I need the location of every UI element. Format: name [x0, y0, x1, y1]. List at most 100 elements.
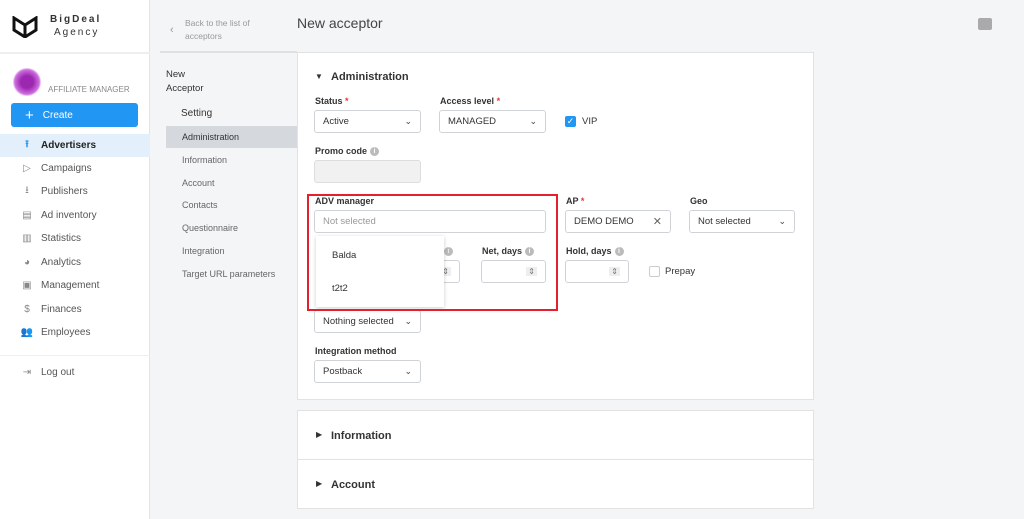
nav-label: Ad inventory	[41, 210, 97, 221]
back-chevron-icon[interactable]: ‹	[170, 24, 174, 36]
nav-item-ad-inventory[interactable]: ▤ Ad inventory	[0, 204, 150, 227]
caret-right-icon: ▶	[316, 430, 323, 439]
status-select[interactable]: Active ⌄	[314, 110, 421, 133]
geo-label: Geo	[690, 196, 708, 206]
ap-select[interactable]: DEMO DEMO ✕	[565, 210, 671, 233]
print-icon[interactable]	[978, 18, 992, 30]
spinner-icon[interactable]: ⇕	[609, 267, 620, 276]
nav-item-campaigns[interactable]: ▷ Campaigns	[0, 157, 150, 180]
create-button[interactable]: + Create	[11, 103, 138, 127]
calendar-icon: ▤	[22, 210, 32, 221]
sidebar: BigDeal Agency AFFILIATE MANAGER + Create…	[0, 0, 150, 519]
divider	[0, 355, 150, 356]
status-value: Active	[323, 116, 349, 127]
nav-label: Advertisers	[41, 140, 97, 151]
back-line2: acceptors	[185, 31, 222, 41]
nothing-selected-select[interactable]: Nothing selected ⌄	[314, 310, 421, 333]
subnav-administration[interactable]: Administration	[166, 126, 297, 148]
ap-label-text: AP	[566, 196, 579, 206]
subnav-account[interactable]: Account	[166, 172, 297, 194]
nav-item-management[interactable]: ▣ Management	[0, 274, 150, 297]
chevron-down-icon: ⌄	[529, 116, 537, 126]
caret-down-icon[interactable]: ▼	[315, 72, 323, 81]
access-value: MANAGED	[448, 116, 497, 127]
bar-chart-icon: ▥	[22, 233, 32, 244]
nav-label: Statistics	[41, 233, 82, 244]
nav-label: Publishers	[41, 186, 88, 197]
nav-item-analytics[interactable]: ◕ Analytics	[0, 251, 150, 274]
info-icon: i	[370, 147, 380, 157]
dollar-icon: $	[24, 304, 30, 315]
logout-icon: ⇥	[22, 367, 32, 378]
prepay-checkbox[interactable]	[649, 266, 660, 277]
people-icon: 👥	[20, 327, 34, 338]
logout-button[interactable]: ⇥ Log out	[0, 361, 150, 384]
subnav-contacts[interactable]: Contacts	[166, 194, 297, 216]
logo[interactable]: BigDeal Agency	[0, 0, 150, 54]
promo-label-text: Promo code	[315, 146, 368, 156]
access-level-select[interactable]: MANAGED ⌄	[439, 110, 546, 133]
logout-label: Log out	[41, 367, 75, 378]
required-mark: *	[496, 96, 501, 106]
create-label: Create	[42, 109, 73, 121]
nav-label: Campaigns	[41, 163, 92, 174]
brand-name: BigDeal	[50, 14, 102, 25]
info-icon: i	[614, 247, 624, 257]
role-label: AFFILIATE MANAGER	[48, 85, 130, 94]
clear-icon[interactable]: ✕	[653, 215, 662, 228]
vip-checkbox[interactable]: ✓	[565, 116, 576, 127]
subnav-target-url-parameters[interactable]: Target URL parameters	[166, 263, 297, 285]
required-mark: *	[580, 196, 585, 206]
chevron-down-icon: ⌄	[778, 216, 786, 226]
status-label-text: Status	[315, 96, 343, 106]
nav-item-publishers[interactable]: ⭳ Publishers	[0, 180, 150, 203]
account-panel[interactable]: ▶ Account	[297, 459, 814, 509]
acceptor-title: New Acceptor	[166, 68, 204, 96]
nav-item-advertisers[interactable]: ⭱ Advertisers	[0, 134, 150, 157]
title-line2: Acceptor	[166, 83, 204, 94]
back-link[interactable]: Back to the list of acceptors	[185, 17, 250, 43]
nav-item-statistics[interactable]: ▥ Statistics	[0, 227, 150, 250]
nav-item-finances[interactable]: $ Finances	[0, 298, 150, 321]
hold-days-label: Hold, days i	[566, 246, 624, 257]
section-title[interactable]: Administration	[331, 71, 409, 83]
chevron-down-icon: ⌄	[404, 366, 412, 376]
vip-label: VIP	[582, 116, 598, 127]
promo-code-input[interactable]	[314, 160, 421, 183]
nav-label: Analytics	[41, 257, 82, 268]
nav-label: Management	[41, 280, 100, 291]
logo-icon	[12, 16, 38, 38]
page-title: New acceptor	[297, 15, 383, 31]
setting-heading: Setting	[181, 108, 213, 119]
subnav-questionnaire[interactable]: Questionnaire	[166, 217, 297, 239]
ap-label: AP *	[566, 196, 584, 206]
hold-label-text: Hold, days	[566, 246, 612, 256]
brand-sub: Agency	[54, 27, 100, 38]
pie-chart-icon: ◕	[23, 257, 31, 268]
status-label: Status *	[315, 96, 349, 106]
access-label-text: Access level	[440, 96, 495, 106]
ap-value: DEMO DEMO	[574, 216, 634, 227]
information-panel[interactable]: ▶ Information	[297, 410, 814, 460]
integration-select[interactable]: Postback ⌄	[314, 360, 421, 383]
subnav-information[interactable]: Information	[166, 149, 297, 171]
geo-select[interactable]: Not selected ⌄	[689, 210, 795, 233]
nav-label: Finances	[41, 304, 82, 315]
required-mark: *	[345, 96, 349, 106]
hold-days-input[interactable]: ⇕	[565, 260, 629, 283]
promo-label: Promo code i	[315, 146, 380, 157]
integration-value: Postback	[323, 366, 363, 377]
chevron-down-icon: ⌄	[404, 116, 412, 126]
subnav-integration[interactable]: Integration	[166, 240, 297, 262]
geo-value: Not selected	[698, 216, 751, 227]
highlight-box	[307, 194, 558, 311]
caret-right-icon: ▶	[316, 479, 323, 488]
nav-item-employees[interactable]: 👥 Employees	[0, 321, 150, 344]
settings-box-icon: ▣	[22, 280, 32, 291]
chevron-down-icon: ⌄	[404, 316, 412, 326]
access-level-label: Access level *	[440, 96, 500, 106]
section-title: Account	[331, 479, 375, 491]
divider	[160, 51, 297, 53]
plus-icon: +	[25, 106, 34, 124]
integration-label: Integration method	[315, 346, 397, 356]
